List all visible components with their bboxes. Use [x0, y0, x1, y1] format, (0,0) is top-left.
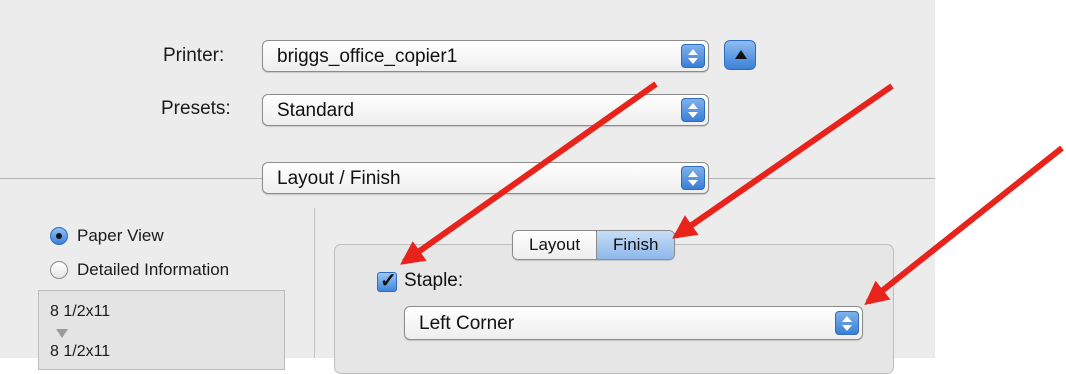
- layout-finish-tabs: Layout Finish: [512, 230, 676, 260]
- panel-popup[interactable]: Layout / Finish: [262, 162, 709, 194]
- updown-arrow-icon: [681, 166, 705, 190]
- detailed-info-radio[interactable]: [50, 261, 68, 279]
- column-divider: [314, 208, 315, 358]
- staple-checkbox[interactable]: ✓: [377, 270, 397, 292]
- print-dialog: Printer: briggs_office_copier1 Presets: …: [0, 0, 935, 374]
- staple-position-popup[interactable]: Left Corner: [404, 306, 863, 340]
- updown-arrow-icon: [835, 311, 859, 335]
- staple-label: Staple:: [404, 270, 464, 291]
- tab-layout[interactable]: Layout: [513, 231, 597, 259]
- paper-view-label: Paper View: [77, 226, 164, 245]
- checkmark-icon: ✓: [380, 270, 397, 292]
- separator-right: [709, 178, 935, 179]
- separator-left: [0, 178, 262, 179]
- presets-popup[interactable]: Standard: [262, 94, 709, 126]
- paper-item: 8 1/2x11: [50, 343, 111, 360]
- disclosure-triangle-icon: [735, 50, 747, 59]
- paper-list[interactable]: 8 1/2x11 8 1/2x11: [38, 290, 285, 370]
- staple-position-value: Left Corner: [419, 313, 515, 334]
- printer-value: briggs_office_copier1: [277, 46, 458, 67]
- printer-label: Printer:: [163, 45, 225, 66]
- down-triangle-icon: [56, 329, 68, 338]
- panel-value: Layout / Finish: [277, 168, 401, 189]
- presets-value: Standard: [277, 100, 355, 121]
- paper-item: 8 1/2x11: [50, 303, 111, 320]
- tab-finish[interactable]: Finish: [596, 231, 675, 259]
- updown-arrow-icon: [681, 44, 705, 68]
- disclosure-button[interactable]: [724, 40, 756, 70]
- presets-label: Presets:: [161, 98, 231, 119]
- printer-popup[interactable]: briggs_office_copier1: [262, 40, 709, 72]
- updown-arrow-icon: [681, 98, 705, 122]
- paper-view-radio[interactable]: [50, 227, 68, 245]
- detailed-info-label: Detailed Information: [77, 260, 230, 279]
